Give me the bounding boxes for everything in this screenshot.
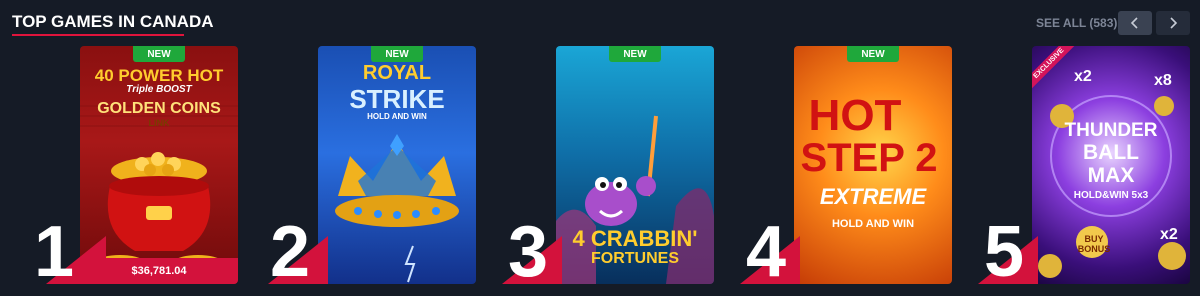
game-title-line: 4 CRABBIN' xyxy=(572,226,698,251)
game-title-line: LINK xyxy=(148,118,170,128)
new-badge: NEW xyxy=(609,46,661,62)
game-thumbnail[interactable]: 4 CRABBIN' FORTUNES xyxy=(556,46,714,284)
game-title-line: FORTUNES xyxy=(591,250,679,267)
game-title-line: HOLD AND WIN xyxy=(367,112,427,121)
new-badge: NEW xyxy=(371,46,423,62)
game-title-line: MAX xyxy=(1087,164,1135,187)
game-title-line: HOT xyxy=(808,91,902,140)
game-title-line: EXTREME xyxy=(819,184,927,209)
game-title-line: STRIKE xyxy=(349,84,445,114)
section-title-underline xyxy=(12,34,184,36)
game-tile-5[interactable]: 5 THUNDER BALL MAX HOLD&WIN 5x3 BUY BONU… xyxy=(978,46,1190,288)
chevron-left-icon xyxy=(1130,17,1138,29)
chevron-right-icon xyxy=(1170,17,1178,29)
buy-bonus-label: BUY BONUS xyxy=(1077,234,1111,254)
see-all-link[interactable]: SEE ALL (583) xyxy=(1036,16,1117,30)
game-title-line: 40 POWER HOT xyxy=(94,66,224,85)
game-title-line: ROYAL xyxy=(362,62,432,84)
multiplier-label: x2 xyxy=(1160,226,1178,243)
game-tile-2[interactable]: 2 ROYAL STRIKE HOLD AND WIN NEW xyxy=(268,46,476,288)
game-thumbnail[interactable]: HOT STEP 2 EXTREME HOLD AND WIN xyxy=(794,46,952,284)
new-badge: NEW xyxy=(847,46,899,62)
game-tile-4[interactable]: 4 HOT STEP 2 EXTREME HOLD AND WIN NEW xyxy=(740,46,952,288)
game-title-line: THUNDER xyxy=(1064,120,1158,141)
game-title-line: Triple BOOST xyxy=(126,84,192,95)
multiplier-label: x2 xyxy=(1074,68,1092,85)
rank-number: 2 xyxy=(270,212,311,292)
game-thumbnail[interactable]: THUNDER BALL MAX HOLD&WIN 5x3 BUY BONUS … xyxy=(1032,46,1190,284)
rank-number: 1 xyxy=(34,212,75,292)
game-tile-3[interactable]: 3 4 CRABBIN' FORTUNES NEW xyxy=(502,46,714,288)
next-button[interactable] xyxy=(1156,11,1190,35)
game-title-line: HOLD AND WIN xyxy=(831,218,915,230)
rank-number: 4 xyxy=(746,212,787,292)
game-title-line: BALL xyxy=(1083,141,1139,164)
game-title-line: GOLDEN COINS xyxy=(97,100,221,117)
new-badge: NEW xyxy=(133,46,185,62)
game-title-line: HOLD&WIN 5x3 xyxy=(1073,190,1149,201)
game-title-line: STEP 2 xyxy=(800,136,938,180)
prev-button[interactable] xyxy=(1118,11,1152,35)
rank-number: 5 xyxy=(984,212,1025,292)
multiplier-label: x8 xyxy=(1154,72,1172,89)
rank-number: 3 xyxy=(508,212,549,292)
game-thumbnail[interactable]: ROYAL STRIKE HOLD AND WIN xyxy=(318,46,476,284)
section-title: TOP GAMES IN CANADA xyxy=(12,12,214,31)
game-tile-1[interactable]: 1 40 POWER HOT Triple BOOST GOLDEN COINS… xyxy=(34,46,238,288)
